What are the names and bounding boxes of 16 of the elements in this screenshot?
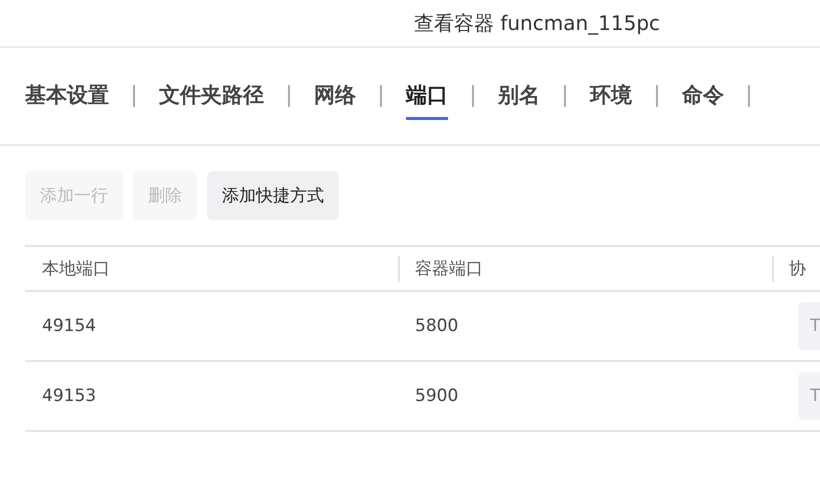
column-header: 容器端口 bbox=[415, 258, 483, 280]
table-cell: 5800 bbox=[415, 316, 458, 336]
table-cell: 49153 bbox=[42, 386, 96, 406]
toolbar-button[interactable]: 添加快捷方式 bbox=[207, 171, 339, 220]
tab[interactable]: 命令 bbox=[682, 72, 724, 120]
table-cell: 5900 bbox=[415, 386, 458, 406]
column-header: 协 bbox=[789, 258, 806, 280]
tab[interactable]: 文件夹路径 bbox=[159, 72, 264, 120]
tab[interactable]: 网络 bbox=[314, 72, 356, 120]
tab[interactable]: 端口 bbox=[406, 72, 448, 120]
column-header: 本地端口 bbox=[42, 258, 110, 280]
window-title: 查看容器 funcman_115pc bbox=[414, 10, 660, 36]
tab[interactable]: 别名 bbox=[498, 72, 540, 120]
tab[interactable]: 环境 bbox=[590, 72, 632, 120]
tab[interactable]: 基本设置 bbox=[25, 72, 109, 120]
table-cell: 49154 bbox=[42, 316, 96, 336]
